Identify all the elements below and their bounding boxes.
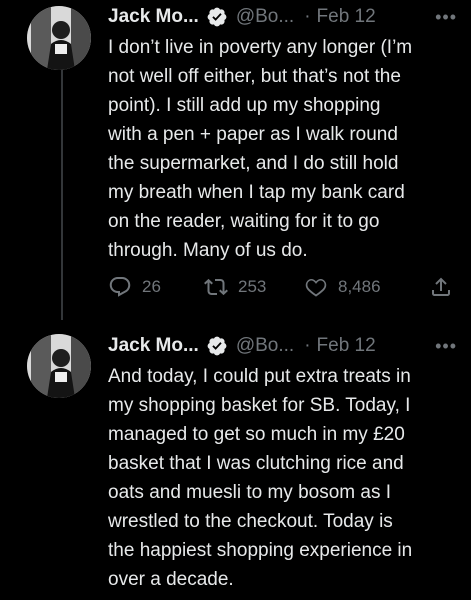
more-options-icon[interactable]: •••	[435, 7, 457, 28]
like-count: 8,486	[338, 277, 381, 296]
tweet-date[interactable]: Feb 12	[317, 335, 376, 357]
tweet-text-line: the happiest shopping experience in	[108, 540, 413, 561]
tweet-text-line: through. Many of us do.	[108, 240, 308, 261]
tweet-text-line: basket that I was clutching rice and	[108, 453, 404, 474]
tweet[interactable]: Jack Mo... @Bo... · Feb 12 ••• And today…	[0, 320, 471, 600]
like-button[interactable]: 8,486	[304, 275, 424, 299]
avatar[interactable]	[27, 6, 91, 70]
reply-button[interactable]: 26	[108, 275, 204, 299]
more-options-icon[interactable]: •••	[435, 336, 457, 357]
reply-icon	[109, 277, 131, 297]
retweet-icon	[204, 278, 228, 296]
share-button[interactable]	[429, 275, 453, 299]
thread-line	[61, 70, 63, 320]
tweet-text-line: my breath when I tap my bank card	[108, 182, 405, 203]
tweet-text-line: with a pen + paper as I walk round	[108, 124, 398, 145]
reply-count: 26	[142, 277, 161, 296]
separator-dot: ·	[304, 6, 311, 27]
tweet-date[interactable]: Feb 12	[317, 6, 376, 28]
tweet-text-line: on the reader, waiting for it to go	[108, 211, 380, 232]
separator-dot: ·	[304, 335, 311, 356]
tweet-actions: 26 253 8,486	[108, 272, 453, 302]
tweet-text-line: not well off either, but that’s not the	[108, 66, 401, 87]
tweet-text-line: my shopping basket for SB. Today, I	[108, 395, 411, 416]
retweet-button[interactable]: 253	[204, 275, 304, 299]
avatar[interactable]	[27, 334, 91, 398]
share-icon	[432, 277, 450, 296]
tweet-text: I don’t live in poverty any longer (I’m …	[108, 33, 458, 265]
tweet-text-line: point). I still add up my shopping	[108, 95, 381, 116]
author-name[interactable]: Jack Mo...	[108, 335, 199, 357]
tweet-text-line: I don’t live in poverty any longer (I’m	[108, 37, 413, 58]
tweet-text-line: wrestled to the checkout. Today is	[108, 511, 393, 532]
tweet-text-line: over a decade.	[108, 569, 234, 590]
author-handle[interactable]: @Bo...	[236, 6, 294, 28]
tweet-text-line: the supermarket, and I do still hold	[108, 153, 399, 174]
author-name[interactable]: Jack Mo...	[108, 6, 199, 28]
tweet-text-line: managed to get so much in my £20	[108, 424, 405, 445]
verified-badge-icon	[207, 336, 227, 356]
tweet-text-line: oats and muesli to my bosom as I	[108, 482, 392, 503]
tweet-text-line: And today, I could put extra treats in	[108, 366, 411, 387]
tweet[interactable]: Jack Mo... @Bo... · Feb 12 ••• I don’t l…	[0, 0, 471, 320]
retweet-count: 253	[238, 277, 267, 296]
verified-badge-icon	[207, 7, 227, 27]
author-handle[interactable]: @Bo...	[236, 335, 294, 357]
like-icon	[305, 278, 327, 297]
tweet-text: And today, I could put extra treats in m…	[108, 362, 458, 594]
